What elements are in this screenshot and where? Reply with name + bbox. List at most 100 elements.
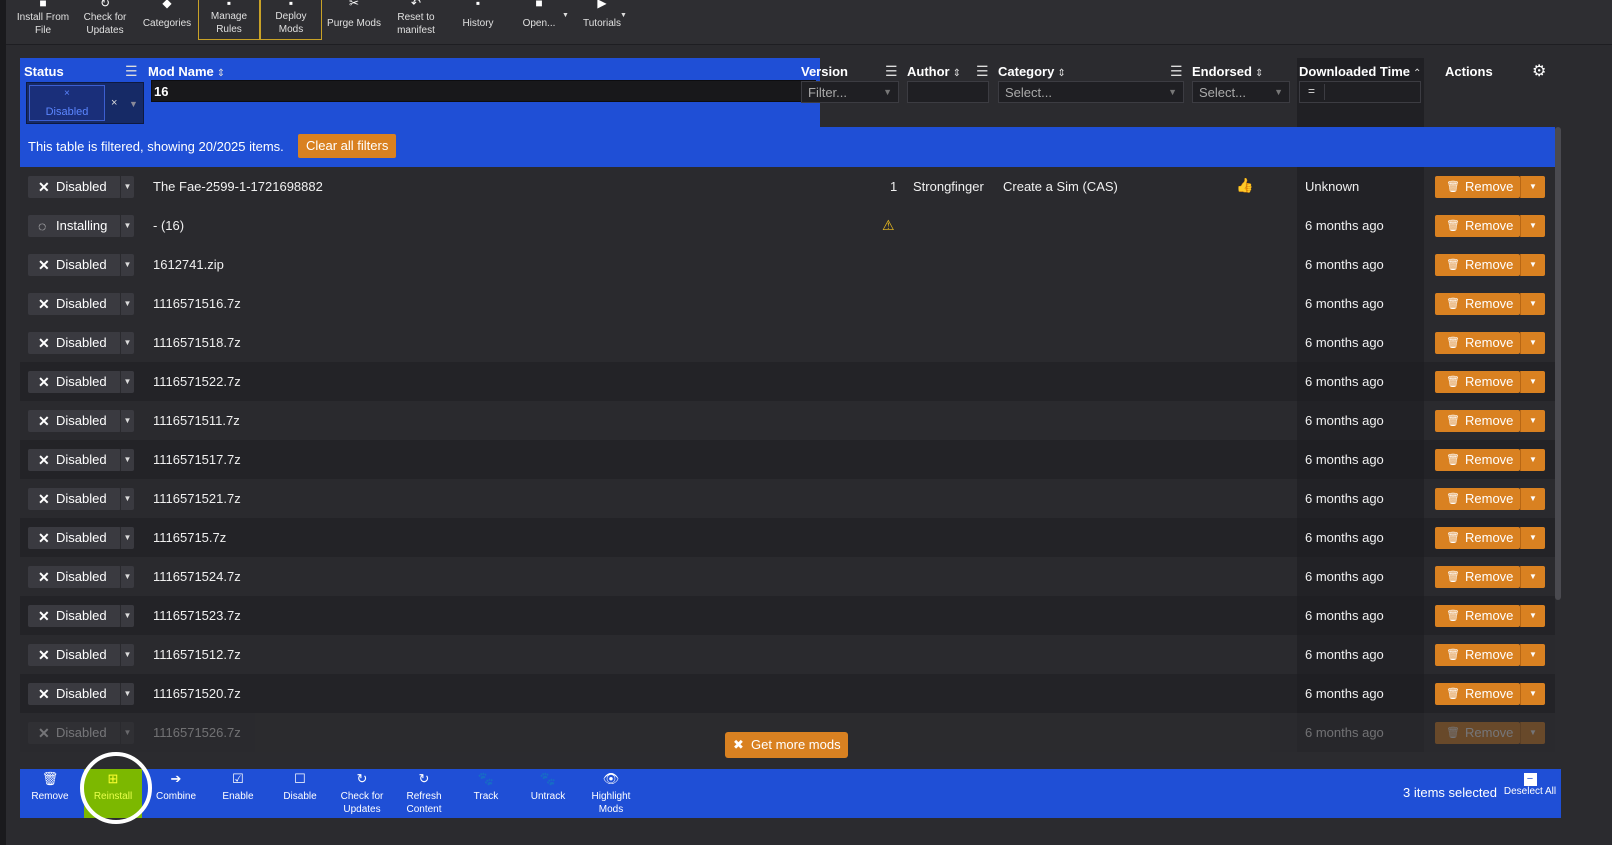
status-filter-chip[interactable]: × Disabled	[29, 85, 105, 121]
status-dropdown-button[interactable]: ▼	[120, 410, 134, 432]
remove-dropdown-button[interactable]: ▼	[1520, 566, 1545, 588]
tutorials-button[interactable]: ▶ Tutorials	[574, 0, 630, 40]
table-row[interactable]: ✕ Disabled ▼ 1116571524.7z 6 months ago 🗑 Remo…	[20, 557, 1555, 596]
remove-dropdown-button[interactable]: ▼	[1520, 215, 1545, 237]
remove-button[interactable]: 🗑 Remove	[1435, 332, 1520, 354]
refresh-content-button[interactable]: ↻ Refresh Content	[396, 769, 452, 818]
endorsed-filter-select[interactable]: Select... ▼	[1192, 81, 1290, 103]
disable-button[interactable]: ☐ Disable	[272, 769, 328, 818]
get-more-mods-button[interactable]: ✖ Get more mods	[725, 732, 848, 758]
remove-dropdown-button[interactable]: ▼	[1520, 683, 1545, 705]
list-icon[interactable]: ☰	[976, 63, 989, 80]
remove-dropdown-button[interactable]: ▼	[1520, 488, 1545, 510]
table-row[interactable]: ✕ Disabled ▼ 1116571518.7z 6 months ago 🗑 Remo…	[20, 323, 1555, 362]
column-author[interactable]: Author ⇕	[907, 64, 961, 79]
enable-button[interactable]: ☑ Enable	[210, 769, 266, 818]
gear-icon[interactable]: ⚙	[1532, 61, 1546, 81]
deselect-all-button[interactable]: − Deselect All	[1500, 769, 1560, 818]
status-dropdown-button[interactable]: ▼	[120, 254, 134, 276]
remove-button[interactable]: 🗑 Remove	[1435, 254, 1520, 276]
author-filter-input[interactable]	[907, 81, 989, 103]
manage-rules-button[interactable]: ▪ Manage Rules	[198, 0, 260, 40]
check-for-updates-selected-button[interactable]: ↻ Check for Updates	[332, 769, 392, 818]
status-dropdown-button[interactable]: ▼	[120, 605, 134, 627]
status-dropdown-button[interactable]: ▼	[120, 488, 134, 510]
remove-button[interactable]: 🗑 Remove	[1435, 644, 1520, 666]
status-dropdown-button[interactable]: ▼	[120, 293, 134, 315]
check-for-updates-button[interactable]: ↻ Check for Updates	[76, 0, 134, 40]
install-from-file-button[interactable]: ■ Install From File	[14, 0, 72, 40]
status-toggle-button[interactable]: ✕ Disabled	[28, 449, 121, 471]
remove-button[interactable]: 🗑 Remove	[1435, 176, 1520, 198]
table-row[interactable]: ✕ Disabled ▼ 1116571512.7z 6 months ago 🗑 Remo…	[20, 635, 1555, 674]
table-row[interactable]: ✕ Disabled ▼ 1116571511.7z 6 months ago 🗑 Remo…	[20, 401, 1555, 440]
status-dropdown-button[interactable]: ▼	[120, 527, 134, 549]
remove-dropdown-button[interactable]: ▼	[1520, 722, 1545, 744]
table-row[interactable]: ✕ Disabled ▼ The Fae-2599-1-1721698882 1 Stro…	[20, 167, 1555, 206]
category-filter-select[interactable]: Select... ▼	[998, 81, 1184, 103]
column-endorsed[interactable]: Endorsed ⇕	[1192, 64, 1263, 79]
column-status[interactable]: Status	[24, 64, 64, 79]
remove-button[interactable]: 🗑 Remove	[1435, 566, 1520, 588]
remove-selected-button[interactable]: 🗑 Remove	[26, 769, 74, 818]
remove-dropdown-button[interactable]: ▼	[1520, 332, 1545, 354]
status-dropdown-button[interactable]: ▼	[120, 644, 134, 666]
remove-dropdown-button[interactable]: ▼	[1520, 371, 1545, 393]
table-row[interactable]: ✕ Disabled ▼ 1116571520.7z 6 months ago 🗑 Remo…	[20, 674, 1555, 713]
downloaded-time-filter[interactable]: =	[1299, 81, 1421, 103]
table-row[interactable]: ✕ Disabled ▼ 11165715.7z 6 months ago 🗑 Remove…	[20, 518, 1555, 557]
table-row[interactable]: ✕ Disabled ▼ 1116571521.7z 6 months ago 🗑 Remo…	[20, 479, 1555, 518]
table-row[interactable]: ◌ Installing ▼ - (16) ⚠ 6 months ago 🗑 Remove ▼	[20, 206, 1555, 245]
table-row[interactable]: ✕ Disabled ▼ 1116571522.7z 6 months ago 🗑 Remo…	[20, 362, 1555, 401]
version-filter-input[interactable]: Filter... ▼	[801, 81, 899, 103]
status-toggle-button[interactable]: ✕ Disabled	[28, 527, 121, 549]
status-dropdown-button[interactable]: ▼	[120, 215, 134, 237]
status-toggle-button[interactable]: ✕ Disabled	[28, 566, 121, 588]
status-toggle-button[interactable]: ✕ Disabled	[28, 683, 121, 705]
chevron-down-icon[interactable]: ▼	[129, 99, 138, 109]
list-icon[interactable]: ☰	[125, 63, 138, 80]
remove-dropdown-button[interactable]: ▼	[1520, 605, 1545, 627]
remove-button[interactable]: 🗑 Remove	[1435, 410, 1520, 432]
status-dropdown-button[interactable]: ▼	[120, 722, 134, 744]
reset-to-manifest-button[interactable]: ↶ Reset to manifest	[386, 0, 446, 40]
warning-icon[interactable]: ⚠	[882, 217, 895, 234]
track-button[interactable]: 🐾 Track	[458, 769, 514, 818]
untrack-button[interactable]: 🐾 Untrack	[520, 769, 576, 818]
status-dropdown-button[interactable]: ▼	[120, 449, 134, 471]
clear-all-filters-button[interactable]: Clear all filters	[298, 134, 397, 158]
remove-button[interactable]: 🗑 Remove	[1435, 605, 1520, 627]
status-dropdown-button[interactable]: ▼	[120, 566, 134, 588]
status-filter[interactable]: × Disabled × ▼	[26, 82, 144, 124]
list-icon[interactable]: ☰	[885, 63, 898, 80]
highlight-mods-button[interactable]: 👁 Highlight Mods	[582, 769, 640, 818]
status-toggle-button[interactable]: ✕ Disabled	[28, 332, 121, 354]
status-toggle-button[interactable]: ✕ Disabled	[28, 488, 121, 510]
remove-button[interactable]: 🗑 Remove	[1435, 293, 1520, 315]
column-category[interactable]: Category ⇕	[998, 64, 1066, 79]
remove-dropdown-button[interactable]: ▼	[1520, 293, 1545, 315]
thumbs-up-icon[interactable]: 👍	[1236, 177, 1253, 194]
status-dropdown-button[interactable]: ▼	[120, 176, 134, 198]
table-row[interactable]: ✕ Disabled ▼ 1116571517.7z 6 months ago 🗑 Remo…	[20, 440, 1555, 479]
table-row[interactable]: ✕ Disabled ▼ 1612741.zip 6 months ago 🗑 Remove…	[20, 245, 1555, 284]
history-button[interactable]: ▪ History	[452, 0, 504, 40]
purge-mods-button[interactable]: ✂ Purge Mods	[325, 0, 383, 40]
vertical-scrollbar[interactable]	[1555, 127, 1561, 600]
combine-button[interactable]: ➔ Combine	[148, 769, 204, 818]
remove-dropdown-button[interactable]: ▼	[1520, 644, 1545, 666]
remove-dropdown-button[interactable]: ▼	[1520, 254, 1545, 276]
status-toggle-button[interactable]: ◌ Installing	[28, 215, 121, 237]
table-row[interactable]: ✕ Disabled ▼ 1116571516.7z 6 months ago 🗑 Remo…	[20, 284, 1555, 323]
remove-button[interactable]: 🗑 Remove	[1435, 371, 1520, 393]
deploy-mods-button[interactable]: ▪ Deploy Mods	[260, 0, 322, 40]
list-icon[interactable]: ☰	[1170, 63, 1183, 80]
remove-button[interactable]: 🗑 Remove	[1435, 449, 1520, 471]
remove-dropdown-button[interactable]: ▼	[1520, 449, 1545, 471]
status-dropdown-button[interactable]: ▼	[120, 332, 134, 354]
categories-button[interactable]: ◆ Categories	[138, 0, 196, 40]
status-toggle-button[interactable]: ✕ Disabled	[28, 293, 121, 315]
status-toggle-button[interactable]: ✕ Disabled	[28, 644, 121, 666]
remove-button[interactable]: 🗑 Remove	[1435, 488, 1520, 510]
remove-button[interactable]: 🗑 Remove	[1435, 215, 1520, 237]
